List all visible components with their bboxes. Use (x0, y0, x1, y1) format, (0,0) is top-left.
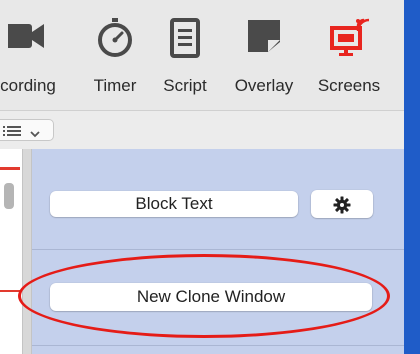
toolbar: cording Timer Script Overlay Screens (0, 0, 404, 110)
window-edge (404, 0, 420, 354)
block-text-button[interactable]: Block Text (50, 191, 298, 217)
scrollbar-thumb[interactable] (4, 183, 14, 209)
panel-separator (32, 249, 404, 250)
timer-label: Timer (93, 76, 137, 95)
list-view-icon (3, 124, 23, 142)
stopwatch-icon (95, 18, 135, 63)
screens-tool[interactable]: Screens (308, 18, 390, 98)
recording-label: cording (0, 76, 56, 95)
settings-button[interactable] (311, 190, 373, 218)
view-mode-dropdown[interactable] (0, 119, 54, 141)
document-icon (170, 18, 200, 63)
overlay-icon (246, 18, 282, 59)
selection-marker (0, 167, 20, 170)
new-clone-window-button[interactable]: New Clone Window (50, 283, 372, 311)
pane-divider[interactable] (22, 149, 32, 354)
panel-separator (32, 345, 404, 346)
overlay-label: Overlay (234, 76, 294, 95)
selection-marker (0, 290, 20, 292)
screens-broadcast-icon (328, 18, 370, 65)
video-camera-icon (2, 18, 48, 59)
screens-label: Screens (317, 76, 381, 95)
chevron-down-icon (29, 126, 41, 144)
script-label: Script (163, 76, 207, 95)
timer-tool[interactable]: Timer (82, 18, 148, 98)
script-tool[interactable]: Script (152, 18, 218, 98)
view-options-bar (0, 110, 404, 150)
screens-panel: Block Text New Clone Window (32, 149, 404, 354)
gear-icon (333, 195, 351, 223)
recording-tool[interactable]: cording (0, 18, 68, 98)
overlay-tool[interactable]: Overlay (224, 18, 304, 98)
left-content-pane (0, 149, 22, 354)
